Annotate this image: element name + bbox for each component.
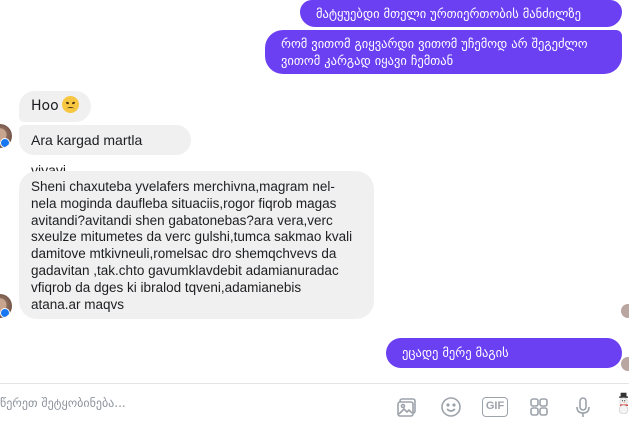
message-input[interactable]: წერეთ შეტყობინება... — [0, 396, 126, 410]
microphone-icon[interactable] — [572, 396, 594, 418]
message-line: damitove mtkivneuli,romelsac dro shemqch… — [31, 246, 337, 262]
message-input-placeholder: წერეთ შეტყობინება... — [0, 396, 126, 410]
outgoing-message[interactable]: ეცადე მერე მაგის გამოსწორებას? — [386, 338, 622, 390]
incoming-message[interactable]: Hoo — [19, 91, 91, 122]
contact-avatar[interactable] — [0, 294, 12, 318]
games-icon[interactable] — [528, 396, 550, 418]
incoming-message[interactable]: Sheni chaxuteba yvelafers merchivna,magr… — [19, 171, 374, 319]
message-line: vfiqrob da dges ki ibralod tqveni,adamia… — [31, 279, 302, 295]
seen-indicator-avatar — [621, 304, 629, 318]
message-line: ვითომ კარგად იყავი ჩემთან — [281, 53, 454, 68]
message-line: avitandi?avitandi shen gabatonebas?ara v… — [31, 212, 333, 228]
message-line: Sheni chaxuteba yvelafers merchivna,magr… — [31, 179, 335, 194]
incoming-message[interactable]: Ara kargad martla viyavi — [19, 125, 191, 178]
disappointed-face-emoji-icon — [61, 96, 79, 113]
outgoing-message[interactable]: მატყუებდი მთელი ურთიერთობის მანძილზე — [300, 0, 622, 27]
sticker-icon[interactable] — [440, 396, 462, 418]
message-line: sxeulze mitumetes da verc gulshi,tumca s… — [31, 229, 353, 245]
message-line: nela moginda daufleba situaciis,rogor fi… — [31, 195, 337, 211]
composer-divider — [0, 383, 629, 384]
message-line: atana.ar maqvs — [31, 296, 125, 312]
seen-indicator-avatar — [621, 357, 629, 371]
contact-avatar[interactable] — [0, 124, 12, 148]
snowman-icon[interactable] — [610, 392, 629, 422]
message-line: რომ ვითომ გიყვარდი ვითომ უჩემოდ არ შეგეძ… — [281, 36, 588, 51]
message-line: gadavitan ,tak.chto gavumklavdebit adami… — [31, 262, 339, 278]
message-text: Hoo — [31, 98, 59, 114]
image-icon[interactable] — [396, 396, 418, 418]
messenger-badge-icon — [0, 308, 10, 318]
outgoing-message[interactable]: რომ ვითომ გიყვარდი ვითომ უჩემოდ არ შეგეძ… — [265, 30, 622, 74]
messenger-badge-icon — [0, 138, 10, 148]
gif-icon[interactable]: GIF — [482, 397, 508, 417]
message-text: მატყუებდი მთელი ურთიერთობის მანძილზე — [316, 6, 582, 21]
